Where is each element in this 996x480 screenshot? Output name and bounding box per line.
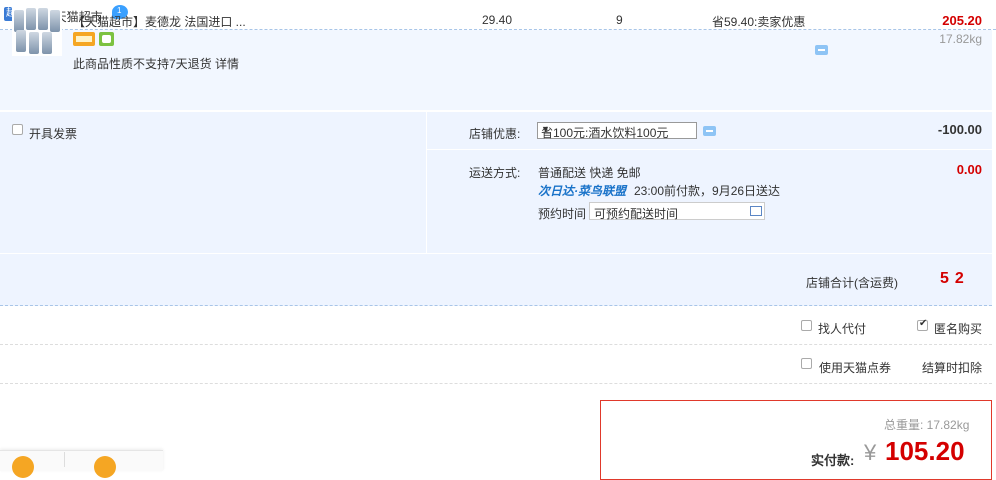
divider [0, 253, 992, 254]
item-weight: 17.82kg [939, 32, 982, 46]
product-thumbnail[interactable] [12, 6, 62, 56]
currency-symbol: ¥ [864, 440, 877, 465]
pay-label: 实付款: [811, 453, 855, 468]
total-weight: 总重量: 17.82kg [884, 418, 970, 432]
cainiao-logistics-logo: 次日达·菜鸟联盟 [538, 184, 626, 198]
star-icon[interactable] [94, 456, 116, 478]
appointment-time-input[interactable]: 可预约配送时间 [589, 202, 765, 221]
points-note: 结算时扣除 [922, 361, 983, 375]
divider [427, 149, 992, 150]
divider [64, 452, 65, 467]
item-subtotal: 205.20 [942, 13, 982, 28]
tmall-points-checkbox[interactable] [801, 358, 812, 369]
shipping-method: 普通配送 快递 免邮 [538, 166, 641, 180]
unit-price: 29.40 [482, 13, 513, 27]
appointment-placeholder: 可预约配送时间 [594, 207, 679, 221]
invoice-label[interactable]: 开具发票 [29, 125, 77, 142]
calendar-icon[interactable] [750, 206, 762, 216]
store-discount-amount: -100.00 [937, 122, 982, 137]
seller-discount: 省59.40:卖家优惠 [712, 15, 806, 29]
agent-pay-checkbox[interactable] [801, 320, 812, 331]
quantity: 9 [616, 13, 623, 27]
divider [0, 344, 992, 346]
return-policy-note[interactable]: 此商品性质不支持7天退货 详情 [73, 55, 239, 72]
anonymous-checkbox[interactable] [917, 318, 928, 331]
credit-card-icon [73, 32, 95, 46]
store-total-value: 52 [940, 270, 970, 287]
pay-amount: 105.20 [885, 436, 965, 466]
dropdown-arrow-icon: ▼ [541, 124, 550, 134]
toolbar-icon[interactable] [12, 456, 34, 478]
store-discount-label: 店铺优惠: [469, 127, 521, 141]
appointment-label: 预约时间 [538, 207, 587, 221]
message-icon[interactable] [815, 45, 828, 55]
product-name-link[interactable]: 【天猫超市】麦德龙 法国进口 ... [73, 13, 246, 30]
agent-pay-label[interactable]: 找人代付 [818, 320, 866, 337]
invoice-checkbox[interactable] [12, 124, 23, 135]
divider [426, 112, 427, 253]
service-icon [99, 32, 114, 46]
shipping-amount: 0.00 [956, 162, 982, 177]
divider [0, 383, 992, 385]
shipping-label: 运送方式: [469, 166, 521, 180]
anonymous-label[interactable]: 匿名购买 [934, 320, 982, 337]
store-discount-select[interactable]: 省100元:酒水饮料100元 ▼ [537, 122, 697, 140]
store-total-label: 店铺合计(含运费) [806, 276, 898, 290]
message-icon[interactable] [703, 126, 716, 136]
delivery-estimate: 23:00前付款，9月26日送达 [634, 184, 781, 198]
tmall-points-label[interactable]: 使用天猫点券 [819, 359, 891, 376]
